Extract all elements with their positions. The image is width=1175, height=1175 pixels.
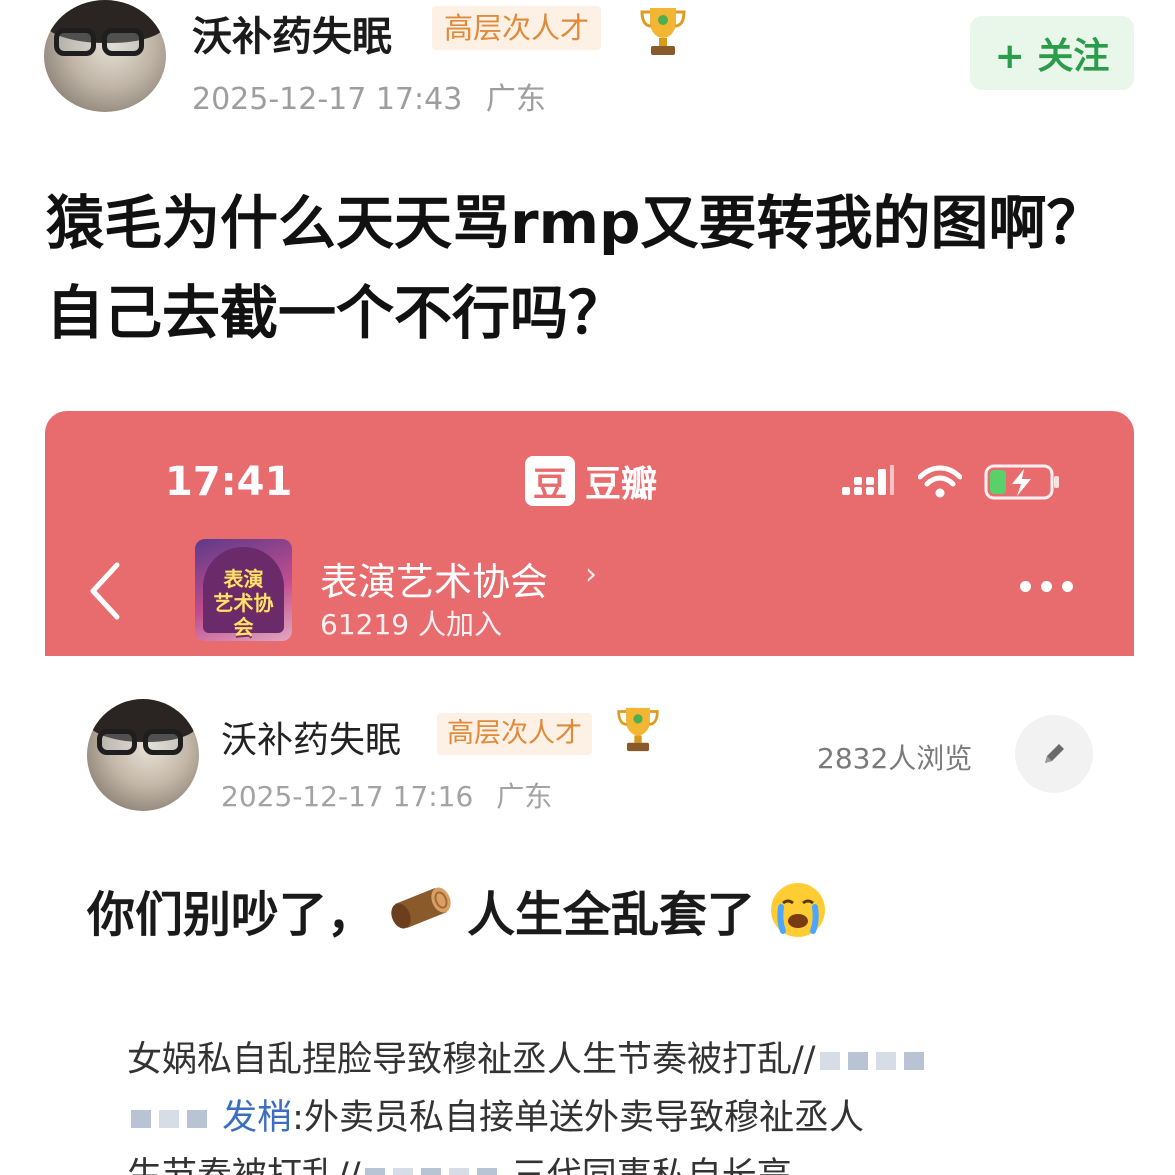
post-location: 广东	[485, 82, 546, 117]
douban-group-header: 17:41 豆 豆瓣 表演 艺术协会 表演艺术协会 › 61219 人加入	[45, 411, 1134, 656]
crying-emoji	[771, 883, 826, 937]
inner-post-title-part2: 人生全乱套了	[467, 887, 756, 943]
douban-logo: 豆 豆瓣	[525, 455, 657, 507]
inner-author-name[interactable]: 沃补药失眠	[221, 711, 401, 763]
status-icons	[840, 463, 1062, 501]
wifi-icon	[918, 465, 962, 498]
chevron-right-icon[interactable]: ›	[585, 557, 597, 592]
group-thumbnail[interactable]: 表演 艺术协会	[195, 539, 292, 641]
post-title: 猿毛为什么天天骂rmp又要转我的图啊？自己去截一个不行吗？	[46, 189, 1105, 347]
edit-button[interactable]	[1015, 715, 1093, 793]
inner-post-title-part1: 你们别吵了，	[87, 887, 376, 943]
inner-author-badge: 高层次人才	[437, 713, 592, 755]
trophy-icon	[638, 4, 688, 62]
author-badge: 高层次人才	[432, 6, 602, 50]
trophy-icon	[615, 703, 661, 759]
group-member-count: 61219 人加入	[320, 608, 502, 641]
view-count: 2832人浏览	[817, 742, 973, 775]
body-line-1: 女娲私自乱捏脸导致穆祉丞人生节奏被打乱//	[127, 1031, 1057, 1089]
inner-post-location: 广东	[496, 780, 553, 813]
pencil-icon	[1045, 744, 1064, 763]
signal-icon	[842, 465, 894, 495]
log-emoji	[391, 887, 451, 929]
inner-post-title: 你们别吵了， 人生全乱套了	[87, 875, 827, 945]
back-chevron-icon[interactable]	[85, 561, 125, 625]
post-meta: 2025-12-17 17:43 广东	[192, 74, 546, 118]
inner-post-timestamp: 2025-12-17 17:16	[221, 780, 474, 813]
author-name[interactable]: 沃补药失眠	[192, 4, 392, 62]
user-mention-link[interactable]: 发梢	[222, 1098, 292, 1138]
group-thumbnail-text: 表演 艺术协会	[213, 567, 274, 639]
group-name[interactable]: 表演艺术协会	[320, 551, 548, 606]
body-line-3: 生节奏被打乱// 三代同事私自长高	[127, 1147, 1057, 1175]
body-line-2: 发梢:外卖员私自接单送外卖导致穆祉丞人	[127, 1089, 1057, 1147]
follow-button[interactable]: + 关注	[970, 16, 1134, 90]
inner-author-avatar[interactable]	[87, 699, 199, 811]
inner-post-body: 女娲私自乱捏脸导致穆祉丞人生节奏被打乱// 发梢:外卖员私自接单送外卖导致穆祉丞…	[127, 1031, 1057, 1175]
douban-app-icon: 豆	[525, 456, 575, 506]
battery-icon	[984, 464, 1059, 500]
douban-app-name: 豆瓣	[585, 464, 658, 505]
author-avatar[interactable]	[44, 0, 166, 112]
status-time: 17:41	[165, 459, 293, 505]
post-timestamp: 2025-12-17 17:43	[192, 82, 463, 117]
more-icon[interactable]	[1020, 581, 1073, 592]
inner-post-meta: 2025-12-17 17:16 广东	[221, 775, 552, 815]
embedded-screenshot[interactable]: 17:41 豆 豆瓣 表演 艺术协会 表演艺术协会 › 61219 人加入 沃补…	[45, 411, 1134, 1175]
